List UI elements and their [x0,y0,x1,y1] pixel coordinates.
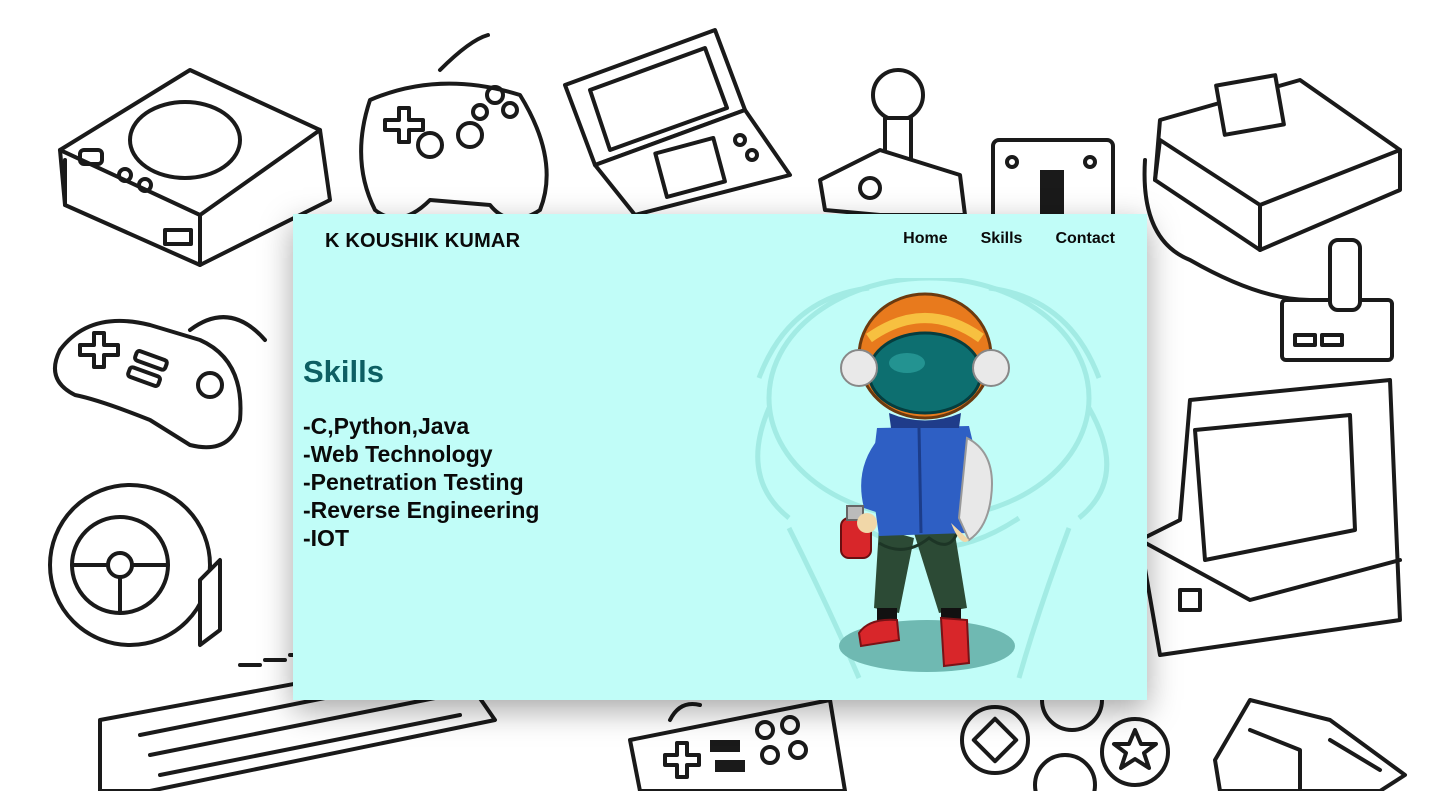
vr-headset-icon [1213,698,1407,791]
section-title: Skills [303,354,384,389]
skills-list: -C,Python,Java -Web Technology -Penetrat… [303,412,539,552]
handheld-console-icon [563,28,792,217]
game-console-icon [58,68,332,267]
arcade-cabinet-icon [1138,378,1402,657]
skill-item: -Web Technology [303,441,493,467]
nav-link-skills[interactable]: Skills [981,230,1023,248]
skill-item: -C,Python,Java [303,413,470,439]
arcade-controller-icon [628,698,847,791]
skill-item: -Reverse Engineering [303,497,540,523]
skills-card: K KOUSHIK KUMAR Home Skills Contact Skil… [293,214,1147,700]
nav-link-contact[interactable]: Contact [1055,230,1115,248]
astronaut-character-illustration [729,275,1149,688]
main-nav: Home Skills Contact [903,230,1115,248]
joystick-icon [818,68,967,217]
gamepad-icon [359,33,549,221]
nav-link-home[interactable]: Home [903,230,947,248]
steering-wheel-icon [48,483,222,647]
exclamation-sign-icon [991,138,1115,222]
site-brand[interactable]: K KOUSHIK KUMAR [325,230,520,253]
arcade-stick-icon [1280,238,1394,362]
snes-controller-icon [53,315,267,450]
skill-item: -Penetration Testing [303,469,524,495]
skill-item: -IOT [303,525,349,551]
